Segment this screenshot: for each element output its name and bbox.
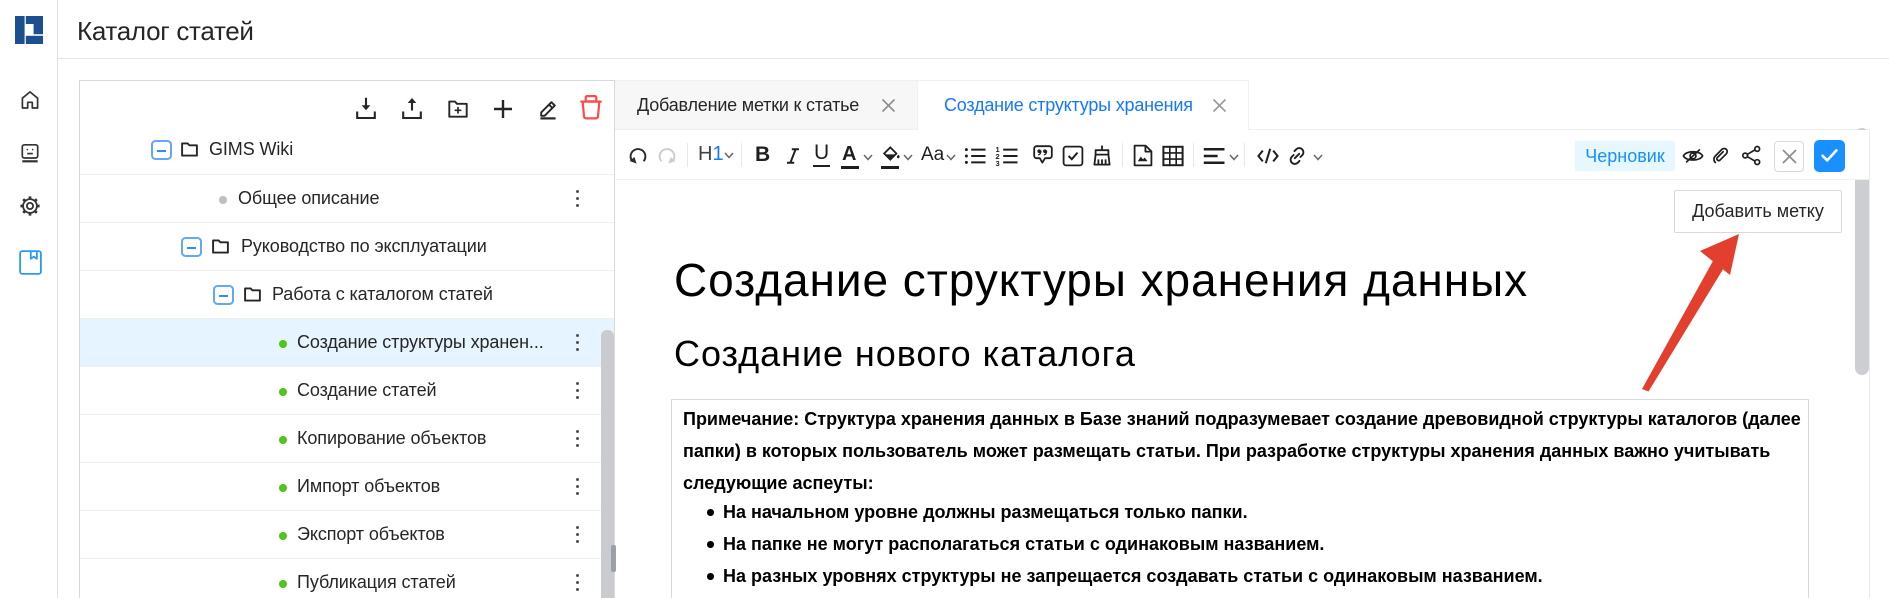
- svg-text:3: 3: [996, 159, 1000, 167]
